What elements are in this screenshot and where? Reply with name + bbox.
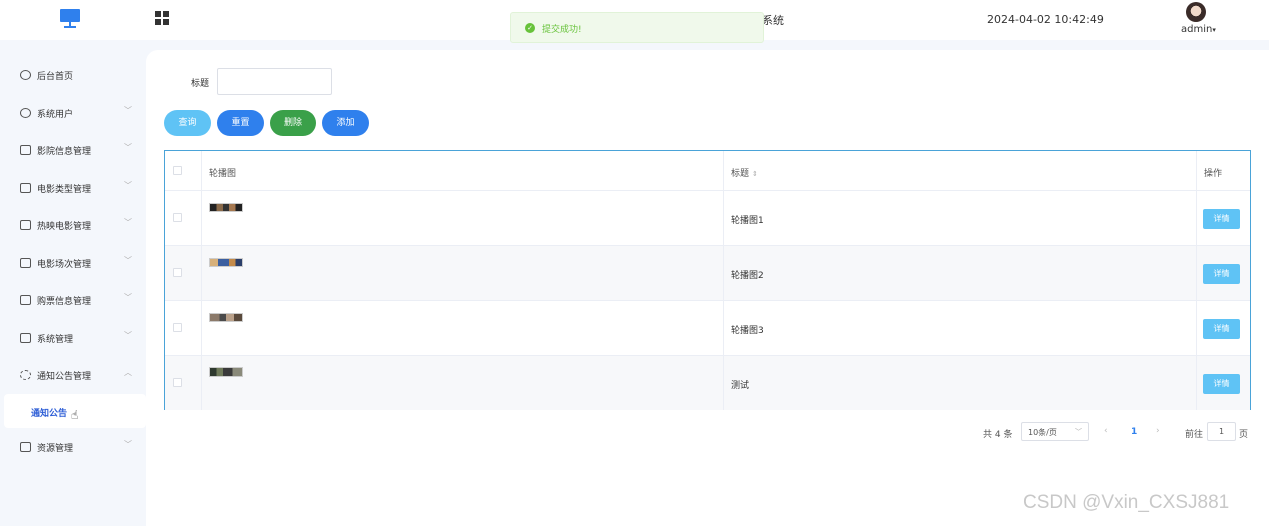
username: admin [1181,24,1213,35]
card-icon [20,145,31,155]
sidebar-item-users[interactable]: 系统用户 ﹀ [0,95,146,132]
detail-button[interactable]: 详情 [1203,319,1240,339]
monitor-logo-icon [60,9,80,29]
row-title: 测试 [731,381,750,391]
next-page-button[interactable]: › [1156,426,1160,446]
chevron-down-icon: ﹀ [124,218,132,227]
column-header-title[interactable]: 标题 ⇕ [731,166,758,179]
chevron-up-icon: ︿ [124,368,132,377]
sidebar-item-label: 购票信息管理 [37,297,92,307]
goto-page-input[interactable]: 1 [1207,422,1236,441]
chevron-down-icon: ﹀ [124,440,132,449]
sort-icon[interactable]: ⇕ [752,170,758,178]
sidebar-item-label: 系统用户 [37,110,74,120]
page-size-select[interactable]: 10条/页 ﹀ [1021,422,1089,441]
sidebar-item-dashboard[interactable]: 后台首页 [0,57,146,94]
system-title: 系统 [762,14,784,27]
sidebar-item-label: 电影场次管理 [37,260,92,270]
sidebar-item-tickets[interactable]: 购票信息管理 ﹀ [0,282,146,319]
check-circle-icon: ✓ [525,23,535,33]
sidebar-subitem-label: 通知公告 [31,409,68,419]
menu-grid-icon[interactable] [155,11,169,25]
page-size-value: 10条/页 [1028,428,1057,437]
banner-thumbnail [209,367,243,377]
sidebar-item-label: 影院信息管理 [37,147,92,157]
folder-icon [20,333,31,343]
sidebar: 后台首页 系统用户 ﹀ 影院信息管理 ﹀ 电影类型管理 ﹀ 热映电影管理 ﹀ 电… [0,40,146,526]
caret-down-icon: ▾ [1212,26,1216,34]
box-icon [20,442,31,452]
sidebar-item-system[interactable]: 系统管理 ﹀ [0,320,146,357]
user-dropdown[interactable]: admin▾ [1181,24,1216,35]
sidebar-item-label: 电影类型管理 [37,185,92,195]
card-icon [20,183,31,193]
card-icon [20,258,31,268]
sidebar-item-movie-type[interactable]: 电影类型管理 ﹀ [0,170,146,207]
delete-button[interactable]: 删除 [270,110,316,136]
column-header-op: 操作 [1204,169,1223,179]
detail-button[interactable]: 详情 [1203,209,1240,229]
search-label: 标题 [191,79,210,89]
page-number[interactable]: 1 [1131,427,1137,447]
sidebar-item-notices[interactable]: 通知公告管理 ︿ [0,357,146,394]
banner-thumbnail [209,258,243,267]
avatar[interactable] [1186,2,1206,22]
toast-message: 提交成功! [542,25,582,35]
column-header-title-label: 标题 [731,169,750,179]
sidebar-item-label: 后台首页 [37,72,74,82]
reset-button[interactable]: 重置 [217,110,264,136]
pagination-total: 共 4 条 [983,430,1013,440]
goto-label: 前往 [1185,430,1204,440]
user-icon [20,108,31,118]
chevron-down-icon: ﹀ [1075,428,1082,436]
sidebar-item-resources[interactable]: 资源管理 ﹀ [0,429,146,466]
column-header-image: 轮播图 [209,169,237,179]
banner-thumbnail [209,203,243,212]
row-checkbox[interactable] [173,323,182,332]
sparkle-icon [20,370,31,380]
query-button[interactable]: 查询 [164,110,211,136]
sidebar-item-label: 系统管理 [37,335,74,345]
table-header-row: 轮播图 标题 ⇕ 操作 [165,151,1250,191]
table-row: 轮播图3 详情 [165,301,1250,356]
clock-icon [20,70,31,80]
chevron-down-icon: ﹀ [124,256,132,265]
banner-thumbnail [209,313,243,322]
sidebar-item-label: 热映电影管理 [37,222,92,232]
chevron-down-icon: ﹀ [124,293,132,302]
row-checkbox[interactable] [173,213,182,222]
add-button[interactable]: 添加 [322,110,369,136]
detail-button[interactable]: 详情 [1203,264,1240,284]
data-table: 轮播图 标题 ⇕ 操作 轮播图1 详情 轮播图2 详情 轮播图3 详情 测试 详情 [164,150,1251,410]
row-checkbox[interactable] [173,268,182,277]
table-row: 轮播图2 详情 [165,246,1250,301]
watermark: CSDN @Vxin_CXSJ881 [1023,492,1230,513]
prev-page-button[interactable]: ‹ [1104,426,1108,446]
table-row: 测试 详情 [165,356,1250,410]
hand-cursor-icon: ☝ [71,408,79,422]
title-search-input[interactable] [217,68,332,95]
card-icon [20,220,31,230]
sidebar-item-cinema-info[interactable]: 影院信息管理 ﹀ [0,132,146,169]
current-datetime: 2024-04-02 10:42:49 [987,13,1104,26]
row-title: 轮播图1 [731,216,764,226]
sidebar-item-label: 通知公告管理 [37,372,92,382]
card-icon [20,295,31,305]
chevron-down-icon: ﹀ [124,331,132,340]
sidebar-item-label: 资源管理 [37,444,74,454]
chevron-down-icon: ﹀ [124,106,132,115]
row-title: 轮播图2 [731,271,764,281]
page-unit-label: 页 [1239,430,1249,440]
table-row: 轮播图1 详情 [165,191,1250,246]
sidebar-item-showtimes[interactable]: 电影场次管理 ﹀ [0,245,146,282]
detail-button[interactable]: 详情 [1203,374,1240,394]
select-all-checkbox[interactable] [173,166,182,175]
row-title: 轮播图3 [731,326,764,336]
chevron-down-icon: ﹀ [124,143,132,152]
row-checkbox[interactable] [173,378,182,387]
chevron-down-icon: ﹀ [124,181,132,190]
success-toast: ✓ 提交成功! [510,12,764,43]
sidebar-item-hot-movies[interactable]: 热映电影管理 ﹀ [0,207,146,244]
